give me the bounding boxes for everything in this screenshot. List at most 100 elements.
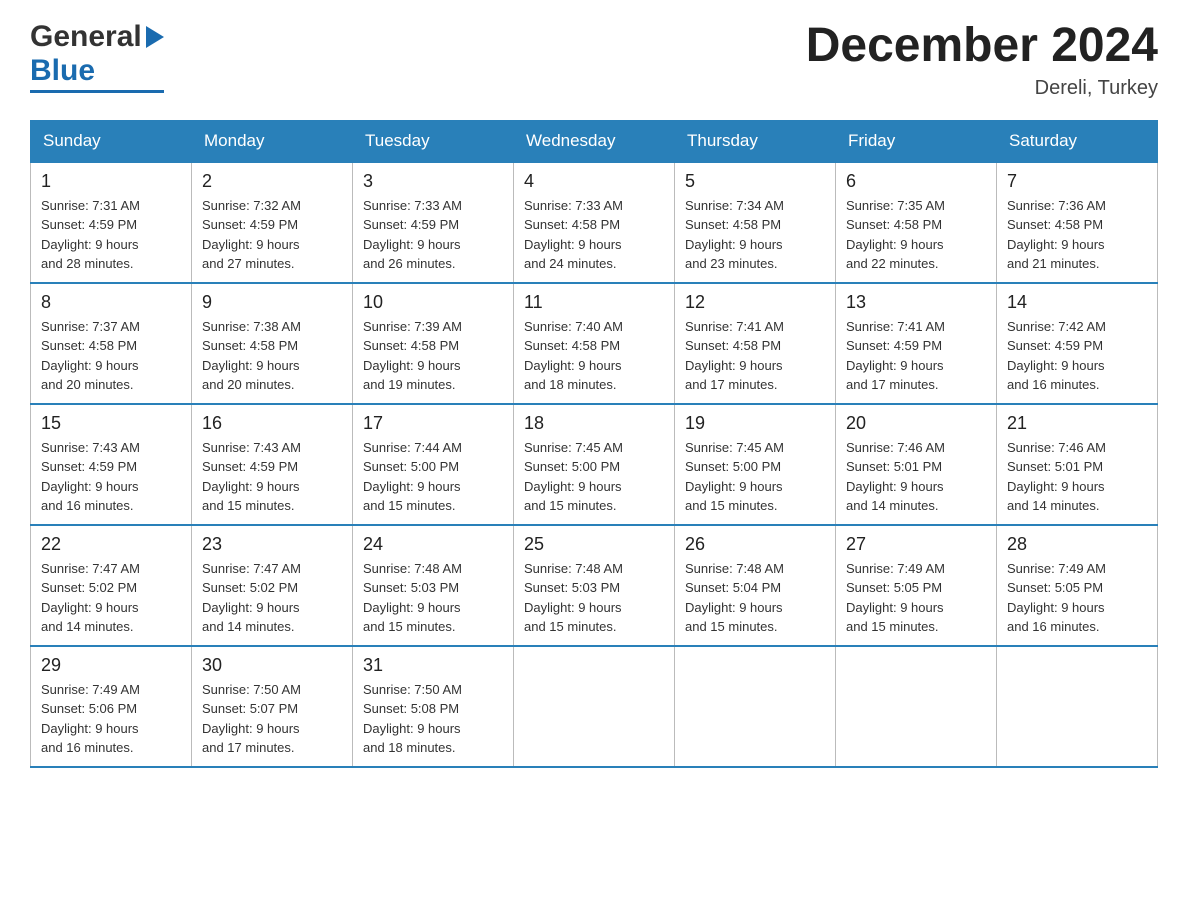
calendar-cell: 23 Sunrise: 7:47 AM Sunset: 5:02 PM Dayl…: [192, 525, 353, 646]
day-number: 13: [846, 292, 986, 313]
day-info: Sunrise: 7:45 AM Sunset: 5:00 PM Dayligh…: [524, 438, 664, 516]
calendar-table: SundayMondayTuesdayWednesdayThursdayFrid…: [30, 120, 1158, 768]
calendar-cell: 28 Sunrise: 7:49 AM Sunset: 5:05 PM Dayl…: [997, 525, 1158, 646]
calendar-cell: 19 Sunrise: 7:45 AM Sunset: 5:00 PM Dayl…: [675, 404, 836, 525]
day-info: Sunrise: 7:48 AM Sunset: 5:04 PM Dayligh…: [685, 559, 825, 637]
day-info: Sunrise: 7:49 AM Sunset: 5:05 PM Dayligh…: [1007, 559, 1147, 637]
day-number: 10: [363, 292, 503, 313]
day-info: Sunrise: 7:33 AM Sunset: 4:59 PM Dayligh…: [363, 196, 503, 274]
day-number: 27: [846, 534, 986, 555]
calendar-cell: 10 Sunrise: 7:39 AM Sunset: 4:58 PM Dayl…: [353, 283, 514, 404]
day-info: Sunrise: 7:50 AM Sunset: 5:08 PM Dayligh…: [363, 680, 503, 758]
calendar-cell: 17 Sunrise: 7:44 AM Sunset: 5:00 PM Dayl…: [353, 404, 514, 525]
day-info: Sunrise: 7:34 AM Sunset: 4:58 PM Dayligh…: [685, 196, 825, 274]
day-info: Sunrise: 7:39 AM Sunset: 4:58 PM Dayligh…: [363, 317, 503, 395]
calendar-cell: [675, 646, 836, 767]
day-number: 22: [41, 534, 181, 555]
calendar-cell: 14 Sunrise: 7:42 AM Sunset: 4:59 PM Dayl…: [997, 283, 1158, 404]
day-info: Sunrise: 7:35 AM Sunset: 4:58 PM Dayligh…: [846, 196, 986, 274]
day-number: 5: [685, 171, 825, 192]
day-number: 4: [524, 171, 664, 192]
weekday-header-tuesday: Tuesday: [353, 120, 514, 162]
day-number: 14: [1007, 292, 1147, 313]
day-number: 16: [202, 413, 342, 434]
day-number: 17: [363, 413, 503, 434]
calendar-cell: 22 Sunrise: 7:47 AM Sunset: 5:02 PM Dayl…: [31, 525, 192, 646]
calendar-cell: 26 Sunrise: 7:48 AM Sunset: 5:04 PM Dayl…: [675, 525, 836, 646]
calendar-cell: 5 Sunrise: 7:34 AM Sunset: 4:58 PM Dayli…: [675, 162, 836, 283]
day-number: 19: [685, 413, 825, 434]
calendar-cell: 1 Sunrise: 7:31 AM Sunset: 4:59 PM Dayli…: [31, 162, 192, 283]
calendar-cell: 30 Sunrise: 7:50 AM Sunset: 5:07 PM Dayl…: [192, 646, 353, 767]
day-number: 20: [846, 413, 986, 434]
day-info: Sunrise: 7:48 AM Sunset: 5:03 PM Dayligh…: [524, 559, 664, 637]
day-number: 12: [685, 292, 825, 313]
calendar-cell: 2 Sunrise: 7:32 AM Sunset: 4:59 PM Dayli…: [192, 162, 353, 283]
day-info: Sunrise: 7:49 AM Sunset: 5:05 PM Dayligh…: [846, 559, 986, 637]
day-number: 29: [41, 655, 181, 676]
day-info: Sunrise: 7:38 AM Sunset: 4:58 PM Dayligh…: [202, 317, 342, 395]
day-info: Sunrise: 7:46 AM Sunset: 5:01 PM Dayligh…: [1007, 438, 1147, 516]
calendar-cell: 16 Sunrise: 7:43 AM Sunset: 4:59 PM Dayl…: [192, 404, 353, 525]
day-info: Sunrise: 7:46 AM Sunset: 5:01 PM Dayligh…: [846, 438, 986, 516]
day-number: 23: [202, 534, 342, 555]
day-info: Sunrise: 7:40 AM Sunset: 4:58 PM Dayligh…: [524, 317, 664, 395]
calendar-cell: 25 Sunrise: 7:48 AM Sunset: 5:03 PM Dayl…: [514, 525, 675, 646]
day-number: 7: [1007, 171, 1147, 192]
calendar-week-row-4: 22 Sunrise: 7:47 AM Sunset: 5:02 PM Dayl…: [31, 525, 1158, 646]
calendar-cell: 7 Sunrise: 7:36 AM Sunset: 4:58 PM Dayli…: [997, 162, 1158, 283]
weekday-header-thursday: Thursday: [675, 120, 836, 162]
month-year-title: December 2024: [806, 20, 1158, 73]
day-number: 30: [202, 655, 342, 676]
calendar-cell: 11 Sunrise: 7:40 AM Sunset: 4:58 PM Dayl…: [514, 283, 675, 404]
calendar-cell: 9 Sunrise: 7:38 AM Sunset: 4:58 PM Dayli…: [192, 283, 353, 404]
day-info: Sunrise: 7:49 AM Sunset: 5:06 PM Dayligh…: [41, 680, 181, 758]
calendar-cell: 3 Sunrise: 7:33 AM Sunset: 4:59 PM Dayli…: [353, 162, 514, 283]
day-info: Sunrise: 7:37 AM Sunset: 4:58 PM Dayligh…: [41, 317, 181, 395]
calendar-cell: 12 Sunrise: 7:41 AM Sunset: 4:58 PM Dayl…: [675, 283, 836, 404]
location-subtitle: Dereli, Turkey: [806, 77, 1158, 100]
day-number: 18: [524, 413, 664, 434]
day-number: 8: [41, 292, 181, 313]
day-info: Sunrise: 7:36 AM Sunset: 4:58 PM Dayligh…: [1007, 196, 1147, 274]
day-number: 26: [685, 534, 825, 555]
day-number: 24: [363, 534, 503, 555]
calendar-cell: 20 Sunrise: 7:46 AM Sunset: 5:01 PM Dayl…: [836, 404, 997, 525]
day-info: Sunrise: 7:45 AM Sunset: 5:00 PM Dayligh…: [685, 438, 825, 516]
weekday-header-row: SundayMondayTuesdayWednesdayThursdayFrid…: [31, 120, 1158, 162]
day-info: Sunrise: 7:42 AM Sunset: 4:59 PM Dayligh…: [1007, 317, 1147, 395]
logo-general-text: General: [30, 20, 142, 54]
day-info: Sunrise: 7:31 AM Sunset: 4:59 PM Dayligh…: [41, 196, 181, 274]
day-info: Sunrise: 7:43 AM Sunset: 4:59 PM Dayligh…: [202, 438, 342, 516]
day-info: Sunrise: 7:33 AM Sunset: 4:58 PM Dayligh…: [524, 196, 664, 274]
calendar-cell: 6 Sunrise: 7:35 AM Sunset: 4:58 PM Dayli…: [836, 162, 997, 283]
calendar-week-row-2: 8 Sunrise: 7:37 AM Sunset: 4:58 PM Dayli…: [31, 283, 1158, 404]
day-number: 28: [1007, 534, 1147, 555]
logo-underline: [30, 90, 164, 93]
calendar-cell: 29 Sunrise: 7:49 AM Sunset: 5:06 PM Dayl…: [31, 646, 192, 767]
day-number: 6: [846, 171, 986, 192]
day-number: 31: [363, 655, 503, 676]
day-info: Sunrise: 7:32 AM Sunset: 4:59 PM Dayligh…: [202, 196, 342, 274]
calendar-cell: 15 Sunrise: 7:43 AM Sunset: 4:59 PM Dayl…: [31, 404, 192, 525]
day-number: 25: [524, 534, 664, 555]
calendar-cell: 13 Sunrise: 7:41 AM Sunset: 4:59 PM Dayl…: [836, 283, 997, 404]
day-number: 15: [41, 413, 181, 434]
day-number: 1: [41, 171, 181, 192]
calendar-cell: 31 Sunrise: 7:50 AM Sunset: 5:08 PM Dayl…: [353, 646, 514, 767]
day-info: Sunrise: 7:44 AM Sunset: 5:00 PM Dayligh…: [363, 438, 503, 516]
day-number: 3: [363, 171, 503, 192]
day-info: Sunrise: 7:50 AM Sunset: 5:07 PM Dayligh…: [202, 680, 342, 758]
day-info: Sunrise: 7:47 AM Sunset: 5:02 PM Dayligh…: [202, 559, 342, 637]
day-number: 11: [524, 292, 664, 313]
calendar-cell: 21 Sunrise: 7:46 AM Sunset: 5:01 PM Dayl…: [997, 404, 1158, 525]
day-info: Sunrise: 7:41 AM Sunset: 4:58 PM Dayligh…: [685, 317, 825, 395]
weekday-header-friday: Friday: [836, 120, 997, 162]
calendar-cell: [836, 646, 997, 767]
day-info: Sunrise: 7:41 AM Sunset: 4:59 PM Dayligh…: [846, 317, 986, 395]
logo-triangle-icon: [146, 26, 164, 53]
title-section: December 2024 Dereli, Turkey: [806, 20, 1158, 100]
calendar-cell: 8 Sunrise: 7:37 AM Sunset: 4:58 PM Dayli…: [31, 283, 192, 404]
day-info: Sunrise: 7:47 AM Sunset: 5:02 PM Dayligh…: [41, 559, 181, 637]
weekday-header-saturday: Saturday: [997, 120, 1158, 162]
